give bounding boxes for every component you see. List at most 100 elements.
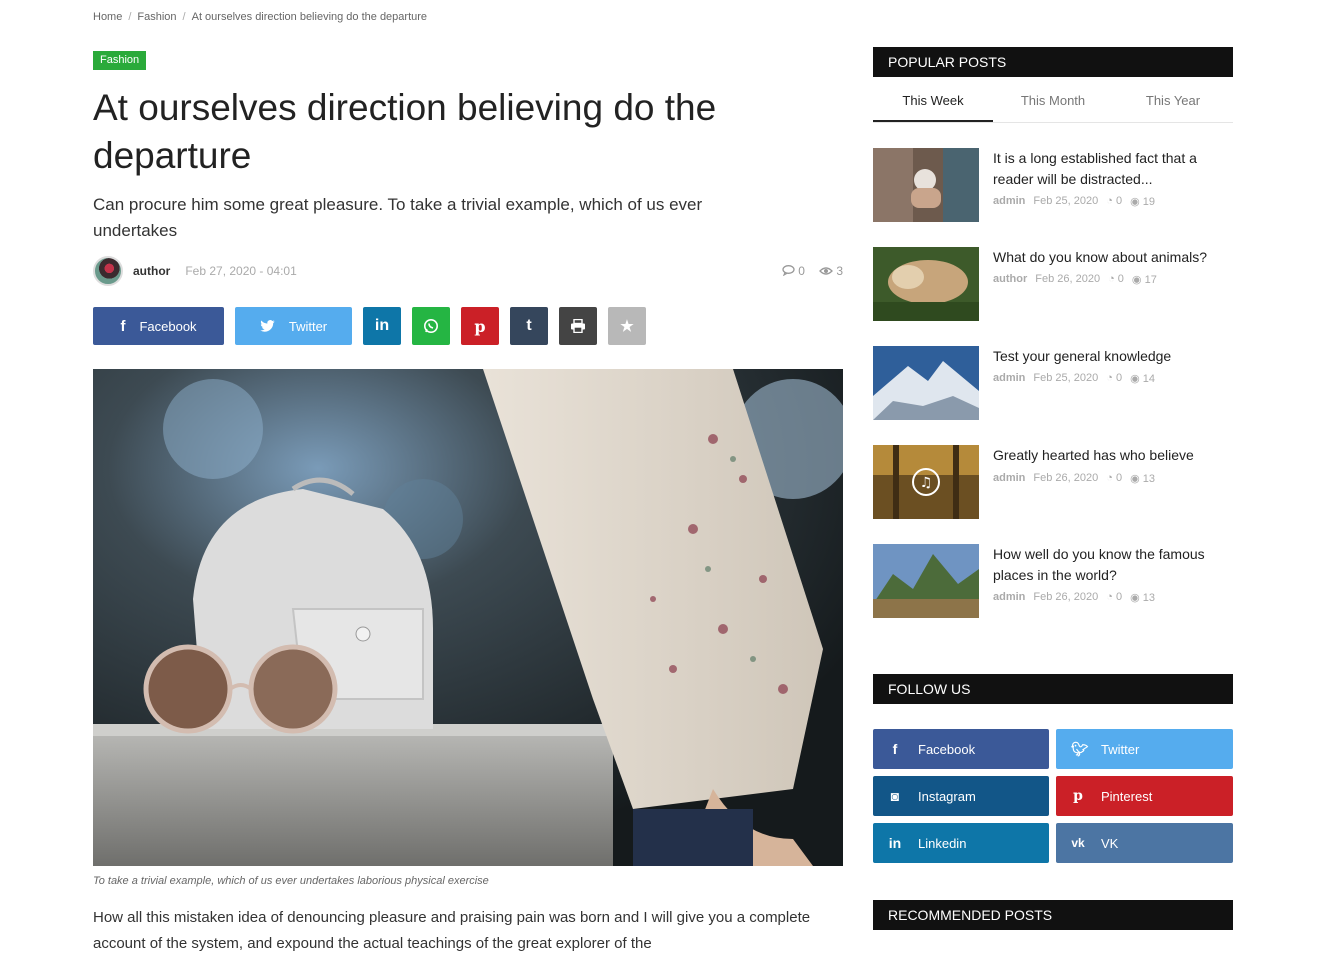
share-facebook-button[interactable]: f Facebook	[93, 307, 224, 345]
post-date: Feb 26, 2020	[1035, 273, 1101, 285]
post-views-value: 19	[1142, 196, 1156, 208]
eye-icon: ◉	[1130, 196, 1140, 208]
author-name[interactable]: author	[133, 264, 170, 278]
post-author[interactable]: admin	[993, 472, 1025, 485]
share-whatsapp-button[interactable]	[412, 307, 450, 345]
whatsapp-icon	[424, 319, 438, 333]
comment-icon: ◔	[1106, 372, 1113, 384]
post-thumbnail[interactable]	[873, 544, 979, 618]
post-thumbnail[interactable]: ♫	[873, 445, 979, 519]
eye-icon	[819, 267, 833, 275]
post-date: Feb 25, 2020	[1033, 195, 1099, 207]
post-author[interactable]: admin	[993, 591, 1025, 604]
category-badge[interactable]: Fashion	[93, 51, 147, 70]
popular-post-item[interactable]: It is a long established fact that a rea…	[873, 148, 1233, 224]
post-thumbnail[interactable]	[873, 346, 979, 420]
image-caption: To take a trivial example, which of us e…	[93, 875, 489, 887]
post-author[interactable]: admin	[993, 372, 1025, 385]
share-pinterest-button[interactable]: p	[461, 307, 499, 345]
post-comments-value: 0	[1115, 591, 1123, 603]
popular-post-item[interactable]: Test your general knowledge admin Feb 25…	[873, 346, 1233, 422]
star-icon: ★	[620, 318, 634, 335]
breadcrumb: Home / Fashion / At ourselves direction …	[93, 11, 427, 23]
post-comments-value: 0	[1115, 372, 1123, 384]
author-avatar[interactable]	[93, 256, 123, 286]
tab-this-month[interactable]: This Month	[993, 84, 1113, 122]
follow-facebook-button[interactable]: f Facebook	[873, 729, 1049, 769]
comment-icon: ◔	[1108, 273, 1115, 285]
post-views-value: 14	[1142, 373, 1156, 385]
comment-icon: ◔	[1106, 472, 1113, 484]
post-views: ◉ 13	[1130, 591, 1155, 604]
follow-vk-button[interactable]: vk VK	[1056, 823, 1233, 863]
pinterest-icon: p	[1073, 788, 1083, 804]
favorite-button[interactable]: ★	[608, 307, 646, 345]
popular-post-item[interactable]: How well do you know the famous places i…	[873, 544, 1233, 620]
share-linkedin-button[interactable]: in	[363, 307, 401, 345]
post-comments-value: 0	[1115, 195, 1123, 207]
eye-icon: ◉	[1130, 473, 1140, 485]
share-bar: f Facebook Twitter in p t ★	[93, 307, 646, 345]
share-twitter-button[interactable]: Twitter	[235, 307, 352, 345]
print-icon	[571, 319, 585, 333]
popular-post-item[interactable]: ♫ Greatly hearted has who believe admin …	[873, 445, 1233, 521]
tumblr-icon: t	[526, 317, 532, 334]
follow-twitter-label: Twitter	[1101, 741, 1140, 757]
post-comments-value: 0	[1115, 472, 1123, 484]
post-title[interactable]: Test your general knowledge	[993, 346, 1228, 367]
comment-icon: ◔	[1106, 195, 1113, 207]
linkedin-icon: in	[374, 317, 390, 334]
tab-this-week[interactable]: This Week	[873, 84, 993, 122]
follow-linkedin-label: Linkedin	[918, 835, 967, 851]
post-author[interactable]: author	[993, 273, 1027, 286]
linkedin-icon: in	[888, 835, 902, 851]
post-date: Feb 25, 2020	[1033, 372, 1099, 384]
popular-posts-tabs: This Week This Month This Year	[873, 84, 1233, 123]
article-hero-image	[93, 369, 843, 866]
post-views: ◉ 17	[1132, 273, 1157, 286]
article-meta: author Feb 27, 2020 - 04:01 0 3	[93, 256, 843, 286]
post-title[interactable]: How well do you know the famous places i…	[993, 544, 1228, 586]
post-comments: ◔ 0	[1108, 273, 1124, 286]
post-meta: admin Feb 25, 2020 ◔ 0 ◉ 19	[993, 195, 1155, 208]
post-views-value: 13	[1142, 473, 1156, 485]
comment-count[interactable]: 0	[782, 264, 805, 278]
follow-pinterest-label: Pinterest	[1101, 788, 1153, 804]
share-tumblr-button[interactable]: t	[510, 307, 548, 345]
twitter-icon: 🐦︎	[1071, 740, 1089, 757]
follow-twitter-button[interactable]: 🐦︎ Twitter	[1056, 729, 1233, 769]
article-title: At ourselves direction believing do the …	[93, 87, 717, 176]
post-thumbnail[interactable]	[873, 148, 979, 222]
print-button[interactable]	[559, 307, 597, 345]
post-meta: admin Feb 25, 2020 ◔ 0 ◉ 14	[993, 372, 1155, 385]
popular-posts-heading: POPULAR POSTS	[873, 47, 1233, 77]
breadcrumb-category[interactable]: Fashion	[137, 11, 176, 23]
follow-pinterest-button[interactable]: p Pinterest	[1056, 776, 1233, 816]
view-count-value: 3	[836, 264, 843, 278]
post-meta: author Feb 26, 2020 ◔ 0 ◉ 17	[993, 273, 1157, 286]
post-title[interactable]: What do you know about animals?	[993, 247, 1228, 268]
facebook-icon: f	[120, 317, 126, 335]
follow-us-heading: FOLLOW US	[873, 674, 1233, 704]
breadcrumb-home[interactable]: Home	[93, 11, 122, 23]
post-author[interactable]: admin	[993, 195, 1025, 208]
comment-icon: ◔	[1106, 591, 1113, 603]
twitter-icon	[260, 320, 275, 332]
post-title[interactable]: It is a long established fact that a rea…	[993, 148, 1228, 190]
recommended-posts-heading: RECOMMENDED POSTS	[873, 900, 1233, 930]
post-meta: admin Feb 26, 2020 ◔ 0 ◉ 13	[993, 591, 1155, 604]
post-views-value: 17	[1144, 274, 1157, 286]
post-title[interactable]: Greatly hearted has who believe	[993, 445, 1228, 466]
follow-instagram-button[interactable]: ◙ Instagram	[873, 776, 1049, 816]
post-thumbnail[interactable]	[873, 247, 979, 321]
follow-us-grid: f Facebook 🐦︎ Twitter ◙ Instagram p Pinteres…	[873, 729, 1233, 863]
popular-post-item[interactable]: What do you know about animals? author F…	[873, 247, 1233, 323]
post-views: ◉ 14	[1130, 372, 1155, 385]
comment-icon	[782, 265, 795, 277]
follow-linkedin-button[interactable]: in Linkedin	[873, 823, 1049, 863]
tab-this-year[interactable]: This Year	[1113, 84, 1233, 122]
share-twitter-label: Twitter	[288, 318, 328, 334]
view-count: 3	[819, 264, 843, 278]
article-subtitle: Can procure him some great pleasure. To …	[93, 195, 703, 240]
post-views: ◉ 19	[1130, 195, 1155, 208]
